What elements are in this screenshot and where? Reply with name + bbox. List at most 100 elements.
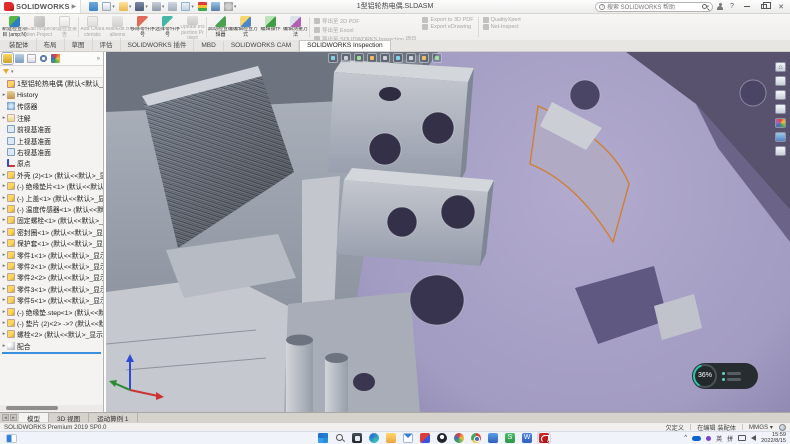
- scroll-left-icon[interactable]: ◂: [2, 414, 9, 421]
- feature-tree-tab-icon[interactable]: [3, 54, 12, 63]
- scrollbar-thumb[interactable]: [6, 406, 58, 410]
- new-inspection-report-button[interactable]: 新建检查报告: [52, 15, 77, 39]
- tree-item-component[interactable]: ▸保护套<1> (默认<<默认>_显示状: [0, 237, 103, 248]
- tree-item-component[interactable]: ▸(-) 垫片 (2)<2> ->? (默认<<默认: [0, 317, 103, 328]
- tree-horizontal-scrollbar[interactable]: [0, 405, 103, 411]
- update-inspection-project-button[interactable]: Update Inspection Project: [180, 15, 205, 39]
- zoom-fit-icon[interactable]: [328, 53, 338, 63]
- edit-appearance-icon[interactable]: [419, 53, 429, 63]
- edit-operation-button[interactable]: 编辑操作: [258, 15, 283, 39]
- zoom-pill-option[interactable]: [722, 372, 741, 375]
- tree-root[interactable]: 1型铝轮热电偶 (默认<默认_显示状态-1: [0, 78, 103, 89]
- tab-evaluate[interactable]: 评估: [93, 38, 121, 51]
- chrome-icon[interactable]: [471, 433, 481, 443]
- edit-inspection-project-button[interactable]: Edit Inspection Project: [27, 15, 52, 39]
- open-caret-icon[interactable]: ▾: [129, 4, 132, 10]
- tree-item-mates[interactable]: ▸配合: [0, 340, 103, 351]
- tree-item-component[interactable]: ▸(-) 温度传感器<1> (默认<<默认>_: [0, 203, 103, 214]
- graphics-viewport[interactable]: ⌂ 36%: [106, 52, 790, 412]
- task-view-icon[interactable]: [352, 433, 362, 443]
- display-settings-icon[interactable]: [211, 2, 220, 11]
- view-palette-icon[interactable]: [775, 132, 786, 142]
- tray-app-icon[interactable]: [706, 436, 711, 441]
- tab-layout[interactable]: 布局: [37, 38, 65, 51]
- new-document-icon[interactable]: [102, 2, 111, 11]
- clock[interactable]: 15:59 2022/8/15: [761, 432, 786, 444]
- previous-view-icon[interactable]: [354, 53, 364, 63]
- browser-colorwheel-icon[interactable]: [454, 433, 464, 443]
- export-3d-pdf-button[interactable]: Export to 3D PDF: [422, 17, 473, 23]
- tree-item-component[interactable]: ▸零件5<1> (默认<<默认>_显示状态: [0, 294, 103, 305]
- tab-addins[interactable]: SOLIDWORKS 插件: [121, 38, 195, 51]
- widgets-icon[interactable]: [6, 434, 17, 443]
- tab-cam[interactable]: SOLIDWORKS CAM: [224, 41, 299, 51]
- search-input[interactable]: ? 搜索 SOLIDWORKS 帮助 ▾: [595, 2, 713, 12]
- tab-sketch[interactable]: 草图: [65, 38, 93, 51]
- file-explorer-icon[interactable]: [775, 104, 786, 114]
- tree-item-component[interactable]: ▸外壳 (2)<1> (默认<<默认>_显示状: [0, 169, 103, 180]
- filter-funnel-icon[interactable]: [3, 69, 9, 74]
- display-style-icon[interactable]: [393, 53, 403, 63]
- design-library-icon[interactable]: [775, 90, 786, 100]
- tree-item-top-plane[interactable]: 上视基准面: [0, 135, 103, 146]
- scroll-right-icon[interactable]: ▸: [10, 414, 17, 421]
- configuration-manager-tab-icon[interactable]: [27, 54, 36, 63]
- select-cursor-icon[interactable]: [181, 2, 190, 11]
- appearances-scenes-icon[interactable]: [775, 118, 786, 128]
- tab-inspection[interactable]: SOLIDWORKS Inspection: [299, 40, 391, 51]
- app-blue-icon[interactable]: [488, 433, 498, 443]
- edit-measurement-method-button[interactable]: 编辑测量方法: [283, 15, 308, 39]
- tree-item-component[interactable]: ▸零件3<1> (默认<<默认>_显示状: [0, 283, 103, 294]
- wps-app-icon[interactable]: W: [522, 433, 532, 443]
- minimize-button[interactable]: [740, 1, 754, 13]
- section-view-icon[interactable]: [367, 53, 377, 63]
- tree-item-annotations[interactable]: ▸注解: [0, 112, 103, 123]
- tree-item-sensors[interactable]: 传感器: [0, 101, 103, 112]
- ime-mode-indicator[interactable]: 拼: [727, 434, 733, 443]
- units-selector[interactable]: MMGS ▾: [749, 424, 773, 431]
- speaker-icon[interactable]: [751, 435, 756, 441]
- login-user-icon[interactable]: [716, 3, 724, 11]
- tree-filter-bar[interactable]: ▾: [0, 66, 103, 78]
- dimxpert-tab-icon[interactable]: [39, 54, 48, 63]
- net-inspect-button[interactable]: Net-Inspect: [483, 24, 521, 30]
- edge-browser-icon[interactable]: [369, 433, 379, 443]
- tab-assembly[interactable]: 装配体: [2, 38, 37, 51]
- file-explorer-taskbar-icon[interactable]: [386, 433, 396, 443]
- save-caret-icon[interactable]: ▾: [145, 4, 148, 10]
- property-manager-tab-icon[interactable]: [15, 54, 24, 63]
- zoom-pill-option[interactable]: [722, 378, 741, 381]
- zoom-indicator[interactable]: 36%: [692, 363, 758, 389]
- qualityxpert-button[interactable]: QualityXpert: [483, 17, 521, 23]
- start-button-icon[interactable]: [318, 433, 328, 443]
- tree-item-component[interactable]: ▸密封圈<1> (默认<<默认>_显示状: [0, 226, 103, 237]
- tree-item-component[interactable]: ▸零件2<2> (默认<<默认>_显示状: [0, 272, 103, 283]
- select-caret-icon[interactable]: ▾: [191, 4, 194, 10]
- tree-item-component[interactable]: ▸零件2<1> (默认<<默认>_显示状: [0, 260, 103, 271]
- launch-inspection-editor-button[interactable]: 启动检查编辑器: [208, 15, 233, 39]
- print-icon[interactable]: [152, 2, 161, 11]
- mail-app-icon[interactable]: [403, 433, 413, 443]
- tree-item-component[interactable]: ▸零件1<1> (默认<<默认>_显示状态: [0, 249, 103, 260]
- open-icon[interactable]: [119, 2, 128, 11]
- options-caret-icon[interactable]: ▾: [234, 4, 237, 10]
- tab-motion-study[interactable]: 运动算例 1: [89, 413, 137, 422]
- tree-item-component[interactable]: ▸螺栓<2> (默认<<默认>_显示状态: [0, 329, 103, 340]
- tab-3d-views[interactable]: 3D 视图: [49, 413, 89, 422]
- appearances-tab-icon[interactable]: [51, 54, 60, 63]
- options-gear-icon[interactable]: [224, 2, 233, 11]
- print-caret-icon[interactable]: ▾: [162, 4, 165, 10]
- app-green-s-icon[interactable]: S: [505, 433, 515, 443]
- save-icon[interactable]: [135, 2, 144, 11]
- zoom-area-icon[interactable]: [341, 53, 351, 63]
- panel-tab-overflow-icon[interactable]: »: [97, 56, 100, 62]
- solidworks-resources-icon[interactable]: [775, 76, 786, 86]
- select-balloons-button[interactable]: 选择零件序号: [155, 15, 180, 39]
- menu-expand-arrow-icon[interactable]: ▶: [72, 3, 77, 10]
- edit-inspection-method-button[interactable]: 编辑检查方式: [233, 15, 258, 39]
- undo-icon[interactable]: [168, 2, 177, 11]
- tab-model[interactable]: 模型: [19, 413, 49, 422]
- add-characteristic-button[interactable]: Add Characteristic: [80, 15, 105, 39]
- help-button[interactable]: ?: [727, 3, 737, 10]
- tree-item-origin[interactable]: 原点: [0, 158, 103, 169]
